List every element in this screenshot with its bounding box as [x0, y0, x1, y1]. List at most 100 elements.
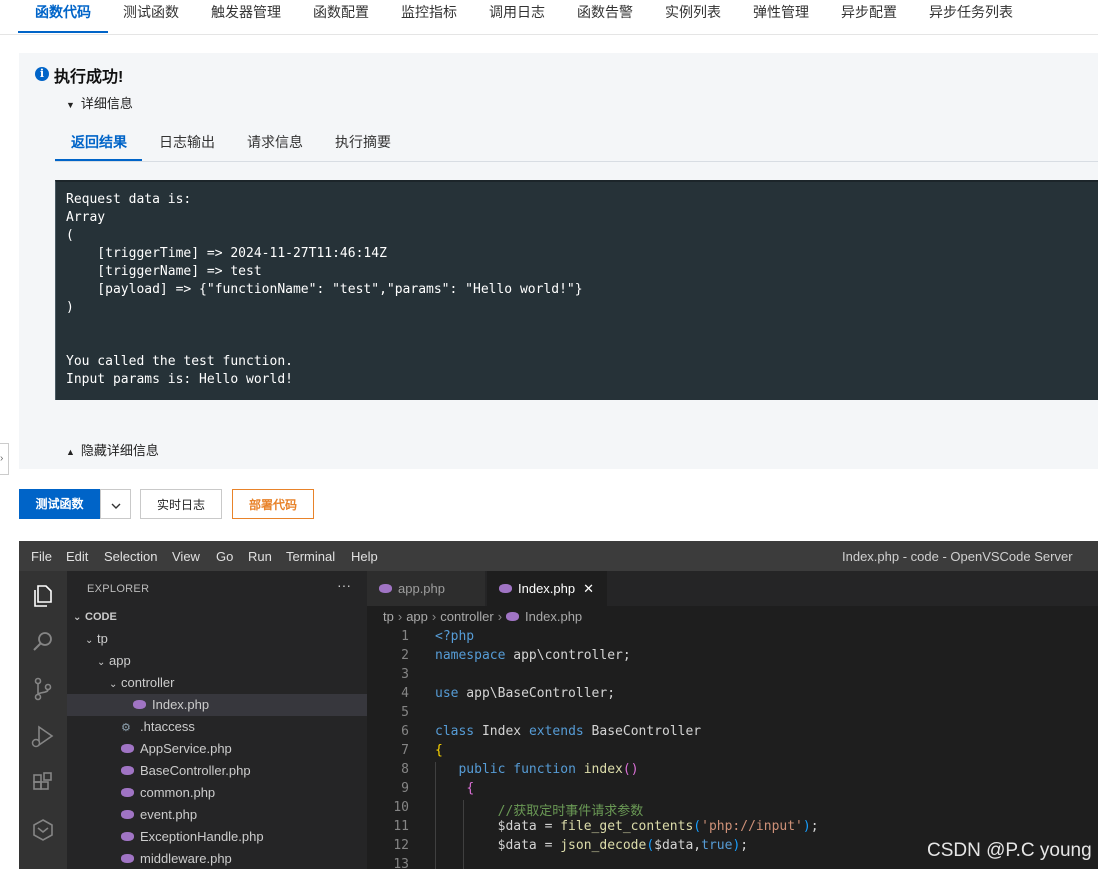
php-file-icon — [121, 810, 134, 820]
explorer-sidebar: EXPLORER ··· ⌄ CODE ⌄ tp ⌄ app ⌄ controller Inde… — [67, 571, 367, 869]
result-title: 执行成功! — [54, 69, 124, 86]
php-file-icon — [379, 584, 392, 594]
watermark: CSDN @P.C young — [927, 840, 1092, 861]
menu-selection[interactable]: Selection — [104, 549, 157, 564]
chevron-right-icon: › — [497, 609, 503, 624]
tree-item-label: tp — [97, 631, 108, 646]
test-options-dropdown[interactable] — [100, 489, 131, 519]
php-file-icon — [121, 744, 134, 754]
editor-tab-label: Index.php — [518, 581, 576, 596]
php-file-icon — [121, 766, 134, 776]
details-toggle[interactable]: ▼ 详细信息 — [66, 93, 133, 112]
tab-function-alerts[interactable]: 函数告警 — [577, 0, 633, 32]
tree-item[interactable]: ⌄ CODE — [67, 606, 367, 628]
tree-item[interactable]: AppService.php — [67, 738, 367, 760]
tab-function-code[interactable]: 函数代码 — [35, 0, 91, 32]
tree-item-label: Index.php — [152, 697, 210, 712]
output-line: Array — [66, 210, 106, 225]
php-file-icon — [499, 584, 512, 594]
breadcrumb-item[interactable]: tp — [383, 609, 394, 624]
tree-item[interactable]: common.php — [67, 782, 367, 804]
breadcrumb: tp › app › controller › Index.php — [383, 609, 582, 624]
result-sub-tabs: 返回结果 日志输出 请求信息 执行摘要 — [55, 129, 1098, 162]
more-actions-icon[interactable]: ··· — [337, 577, 351, 593]
tab-function-config[interactable]: 函数配置 — [313, 0, 369, 32]
tree-item[interactable]: Index.php — [67, 694, 367, 716]
realtime-log-button[interactable]: 实时日志 — [140, 489, 222, 519]
breadcrumb-item[interactable]: app — [406, 609, 428, 624]
tree-item-label: ExceptionHandle.php — [140, 829, 264, 844]
menu-go[interactable]: Go — [216, 549, 233, 564]
breadcrumb-item[interactable]: controller — [440, 609, 493, 624]
tab-async-task-list[interactable]: 异步任务列表 — [929, 0, 1013, 32]
code-line: { — [435, 743, 443, 758]
menu-edit[interactable]: Edit — [66, 549, 88, 564]
tab-request-info[interactable]: 请求信息 — [247, 132, 303, 152]
details-toggle-label: 详细信息 — [80, 96, 133, 111]
tree-item[interactable]: BaseController.php — [67, 760, 367, 782]
deploy-code-button[interactable]: 部署代码 — [232, 489, 314, 519]
output-line: Request data is: — [66, 192, 192, 207]
tab-test-function[interactable]: 测试函数 — [123, 0, 179, 32]
line-number: 6 — [401, 724, 409, 739]
chevron-down-icon — [111, 503, 120, 509]
sidebar-expand-handle[interactable]: › — [0, 443, 9, 475]
tree-item-label: middleware.php — [140, 851, 232, 866]
chevron-right-icon: › — [431, 609, 437, 624]
tree-item[interactable]: ExceptionHandle.php — [67, 826, 367, 848]
tree-item[interactable]: ⌄ app — [67, 650, 367, 672]
tab-monitoring-metrics[interactable]: 监控指标 — [401, 0, 457, 32]
menu-help[interactable]: Help — [351, 549, 378, 564]
php-file-icon — [121, 788, 134, 798]
tree-item[interactable]: event.php — [67, 804, 367, 826]
tree-item[interactable]: ⌄ tp — [67, 628, 367, 650]
tab-async-config[interactable]: 异步配置 — [841, 0, 897, 32]
tab-elastic-management[interactable]: 弹性管理 — [753, 0, 809, 32]
tab-return-result[interactable]: 返回结果 — [71, 132, 127, 152]
explorer-icon[interactable] — [29, 581, 57, 609]
tree-item-label: .htaccess — [140, 719, 195, 734]
menu-file[interactable]: File — [31, 549, 52, 564]
output-line: ) — [66, 300, 74, 315]
tab-log-output[interactable]: 日志输出 — [159, 132, 215, 152]
line-number: 13 — [393, 857, 409, 869]
caret-up-icon: ▲ — [66, 446, 75, 457]
active-tab-indicator — [18, 31, 108, 33]
tab-trigger-management[interactable]: 触发器管理 — [211, 0, 281, 32]
editor-tab-app-php[interactable]: app.php — [367, 571, 485, 606]
breadcrumb-item[interactable]: Index.php — [525, 609, 582, 624]
menu-view[interactable]: View — [172, 549, 200, 564]
editor-tab-bar: app.php Index.php ✕ — [367, 571, 1098, 606]
source-control-icon[interactable] — [29, 675, 57, 703]
tree-item[interactable]: middleware.php — [67, 848, 367, 869]
caret-down-icon: ▼ — [66, 99, 75, 110]
tab-instance-list[interactable]: 实例列表 — [665, 0, 721, 32]
test-function-button[interactable]: 测试函数 — [19, 489, 100, 519]
tree-item[interactable]: ⚙ .htaccess — [67, 716, 367, 738]
tree-item[interactable]: ⌄ controller — [67, 672, 367, 694]
tree-item-label: event.php — [140, 807, 198, 822]
result-output-console: Request data is: Array ( [triggerTime] =… — [55, 180, 1098, 400]
menu-run[interactable]: Run — [248, 549, 272, 564]
tab-execution-summary[interactable]: 执行摘要 — [335, 132, 391, 152]
editor-tab-index-php[interactable]: Index.php ✕ — [487, 571, 607, 606]
code-line: //获取定时事件请求参数 — [497, 804, 644, 819]
tree-item-label: BaseController.php — [140, 763, 251, 778]
line-number: 12 — [393, 838, 409, 853]
remote-icon[interactable] — [29, 816, 57, 844]
tree-item-label: controller — [121, 675, 175, 690]
search-icon[interactable] — [29, 628, 57, 656]
code-editor[interactable]: 1 <?php 2 namespace app\controller; 3 4 use ap… — [367, 627, 1098, 869]
menu-terminal[interactable]: Terminal — [286, 549, 335, 564]
extensions-icon[interactable] — [29, 769, 57, 797]
close-icon[interactable]: ✕ — [583, 581, 594, 596]
run-debug-icon[interactable] — [29, 722, 57, 750]
tab-invocation-logs[interactable]: 调用日志 — [489, 0, 545, 32]
code-line: { — [466, 781, 475, 796]
code-line: namespace app\controller; — [435, 648, 631, 663]
hide-details-toggle[interactable]: ▲ 隐藏详细信息 — [66, 440, 159, 459]
code-line: use app\BaseController; — [435, 686, 616, 701]
code-line: public function index() — [458, 762, 639, 777]
window-title: Index.php - code - OpenVSCode Server — [842, 549, 1073, 564]
gear-icon: ⚙ — [121, 722, 131, 734]
